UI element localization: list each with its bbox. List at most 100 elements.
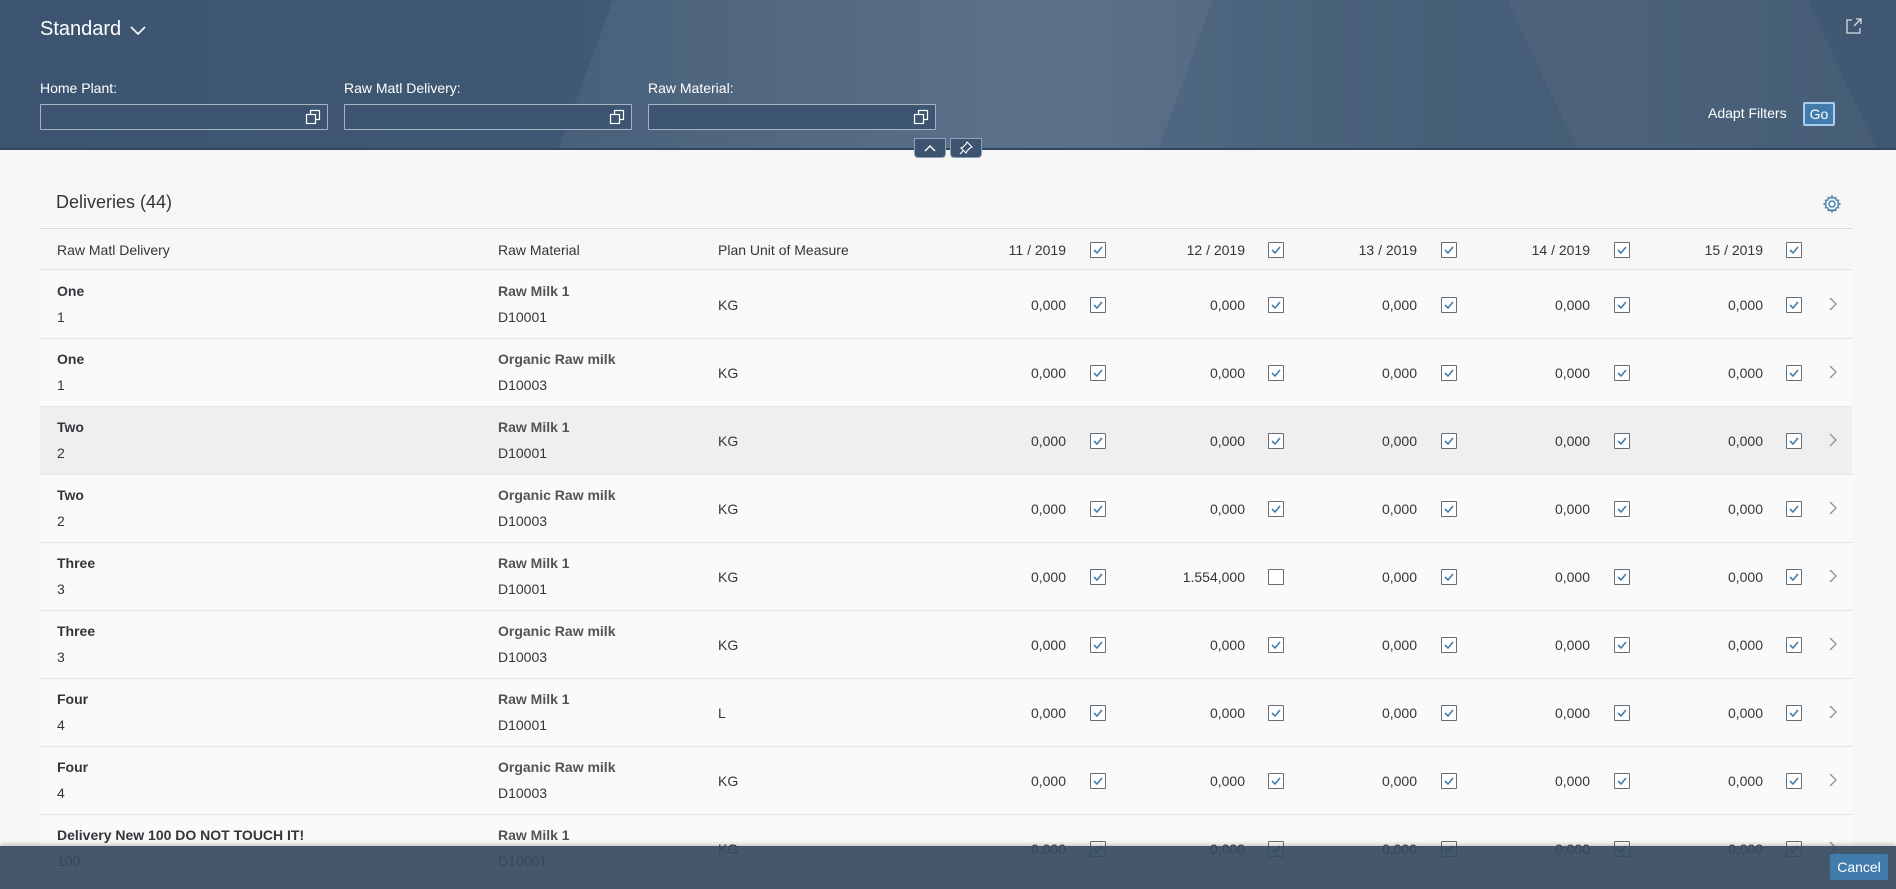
period-checkbox[interactable] — [1090, 433, 1106, 449]
period-checkbox[interactable] — [1786, 637, 1802, 653]
raw-matl-delivery-input[interactable] — [345, 105, 631, 129]
home-plant-field[interactable] — [40, 104, 328, 130]
period-checkbox[interactable] — [1614, 637, 1630, 653]
select-all-period-checkbox[interactable] — [1441, 242, 1457, 258]
delivery-name: Delivery New 100 DO NOT TOUCH IT! — [57, 827, 305, 843]
collapse-header-button[interactable] — [914, 138, 946, 158]
home-plant-input[interactable] — [41, 105, 327, 129]
chevron-right-icon[interactable] — [1828, 705, 1838, 719]
period-quantity: 0,000 — [1554, 569, 1590, 585]
column-header-period[interactable]: 14 / 2019 — [1490, 242, 1590, 258]
period-checkbox[interactable] — [1614, 297, 1630, 313]
period-checkbox[interactable] — [1614, 705, 1630, 721]
period-checkbox[interactable] — [1614, 433, 1630, 449]
period-checkbox[interactable] — [1614, 773, 1630, 789]
unit-of-measure: KG — [718, 433, 739, 449]
period-checkbox[interactable] — [1786, 297, 1802, 313]
raw-material-input[interactable] — [649, 105, 935, 129]
chevron-down-icon — [130, 25, 146, 35]
period-quantity: 0,000 — [1727, 365, 1763, 381]
period-checkbox[interactable] — [1441, 297, 1457, 313]
period-checkbox[interactable] — [1441, 365, 1457, 381]
period-checkbox[interactable] — [1786, 705, 1802, 721]
period-checkbox[interactable] — [1614, 365, 1630, 381]
material-name: Raw Milk 1 — [498, 283, 570, 299]
table-row[interactable]: Two 2 Organic Raw milk D10003 KG 0,000 0,000 0,… — [40, 475, 1852, 543]
period-quantity: 0,000 — [1030, 365, 1066, 381]
gear-icon[interactable] — [1822, 194, 1842, 214]
table-row[interactable]: Three 3 Raw Milk 1 D10001 KG 0,000 1.554,000 0,… — [40, 543, 1852, 611]
value-help-icon[interactable] — [609, 109, 625, 125]
table-row[interactable]: One 1 Organic Raw milk D10003 KG 0,000 0,000 0,… — [40, 339, 1852, 407]
period-checkbox[interactable] — [1786, 501, 1802, 517]
variant-selector[interactable]: Standard — [40, 18, 147, 41]
period-checkbox[interactable] — [1786, 365, 1802, 381]
period-checkbox[interactable] — [1614, 569, 1630, 585]
period-checkbox[interactable] — [1090, 501, 1106, 517]
pin-header-button[interactable] — [950, 138, 982, 158]
table-row[interactable]: Two 2 Raw Milk 1 D10001 KG 0,000 0,000 0,000 0,0… — [40, 407, 1852, 475]
period-checkbox[interactable] — [1786, 569, 1802, 585]
chevron-right-icon[interactable] — [1828, 569, 1838, 583]
value-help-icon[interactable] — [305, 109, 321, 125]
column-header-period[interactable]: 15 / 2019 — [1663, 242, 1763, 258]
period-quantity: 0,000 — [1381, 773, 1417, 789]
chevron-right-icon[interactable] — [1828, 433, 1838, 447]
period-checkbox[interactable] — [1090, 637, 1106, 653]
period-checkbox[interactable] — [1090, 365, 1106, 381]
period-checkbox[interactable] — [1268, 705, 1284, 721]
table-row[interactable]: One 1 Raw Milk 1 D10001 KG 0,000 0,000 0,000 0,0… — [40, 271, 1852, 339]
column-header-plan-uom[interactable]: Plan Unit of Measure — [718, 242, 849, 258]
period-checkbox[interactable] — [1441, 773, 1457, 789]
column-header-period[interactable]: 12 / 2019 — [1145, 242, 1245, 258]
period-quantity: 0,000 — [1554, 705, 1590, 721]
table-row[interactable]: Four 4 Organic Raw milk D10003 KG 0,000 0,000 0… — [40, 747, 1852, 815]
period-checkbox[interactable] — [1441, 705, 1457, 721]
period-checkbox[interactable] — [1090, 569, 1106, 585]
period-checkbox[interactable] — [1614, 501, 1630, 517]
period-checkbox[interactable] — [1090, 297, 1106, 313]
adapt-filters-button[interactable]: Adapt Filters — [1708, 105, 1787, 121]
period-checkbox[interactable] — [1268, 569, 1284, 585]
chevron-right-icon[interactable] — [1828, 637, 1838, 651]
column-header-raw-material[interactable]: Raw Material — [498, 242, 580, 258]
period-checkbox[interactable] — [1786, 773, 1802, 789]
table-row[interactable]: Three 3 Organic Raw milk D10003 KG 0,000 0,000… — [40, 611, 1852, 679]
period-checkbox[interactable] — [1441, 501, 1457, 517]
column-header-period[interactable]: 13 / 2019 — [1317, 242, 1417, 258]
select-all-period-checkbox[interactable] — [1614, 242, 1630, 258]
period-quantity: 0,000 — [1030, 637, 1066, 653]
material-name: Organic Raw milk — [498, 351, 616, 367]
period-checkbox[interactable] — [1441, 637, 1457, 653]
raw-matl-delivery-field[interactable] — [344, 104, 632, 130]
select-all-period-checkbox[interactable] — [1090, 242, 1106, 258]
select-all-period-checkbox[interactable] — [1268, 242, 1284, 258]
period-checkbox[interactable] — [1268, 773, 1284, 789]
value-help-icon[interactable] — [913, 109, 929, 125]
table-row[interactable]: Four 4 Raw Milk 1 D10001 L 0,000 0,000 0,000 0,0… — [40, 679, 1852, 747]
period-checkbox[interactable] — [1268, 501, 1284, 517]
period-checkbox[interactable] — [1268, 433, 1284, 449]
period-checkbox[interactable] — [1268, 365, 1284, 381]
material-id: D10003 — [498, 785, 548, 801]
period-checkbox[interactable] — [1268, 637, 1284, 653]
share-icon[interactable] — [1844, 16, 1864, 36]
chevron-right-icon[interactable] — [1828, 365, 1838, 379]
period-checkbox[interactable] — [1441, 569, 1457, 585]
chevron-right-icon[interactable] — [1828, 773, 1838, 787]
period-checkbox[interactable] — [1090, 705, 1106, 721]
column-header-period[interactable]: 11 / 2019 — [966, 242, 1066, 258]
go-button[interactable]: Go — [1803, 102, 1835, 126]
column-header-raw-matl-delivery[interactable]: Raw Matl Delivery — [57, 242, 170, 258]
chevron-right-icon[interactable] — [1828, 501, 1838, 515]
period-checkbox[interactable] — [1441, 433, 1457, 449]
period-checkbox[interactable] — [1268, 297, 1284, 313]
period-checkbox[interactable] — [1786, 433, 1802, 449]
cancel-button[interactable]: Cancel — [1830, 854, 1888, 880]
filter-label-raw-material: Raw Material: — [648, 80, 734, 96]
period-quantity: 0,000 — [1381, 297, 1417, 313]
period-checkbox[interactable] — [1090, 773, 1106, 789]
chevron-right-icon[interactable] — [1828, 297, 1838, 311]
raw-material-field[interactable] — [648, 104, 936, 130]
select-all-period-checkbox[interactable] — [1786, 242, 1802, 258]
